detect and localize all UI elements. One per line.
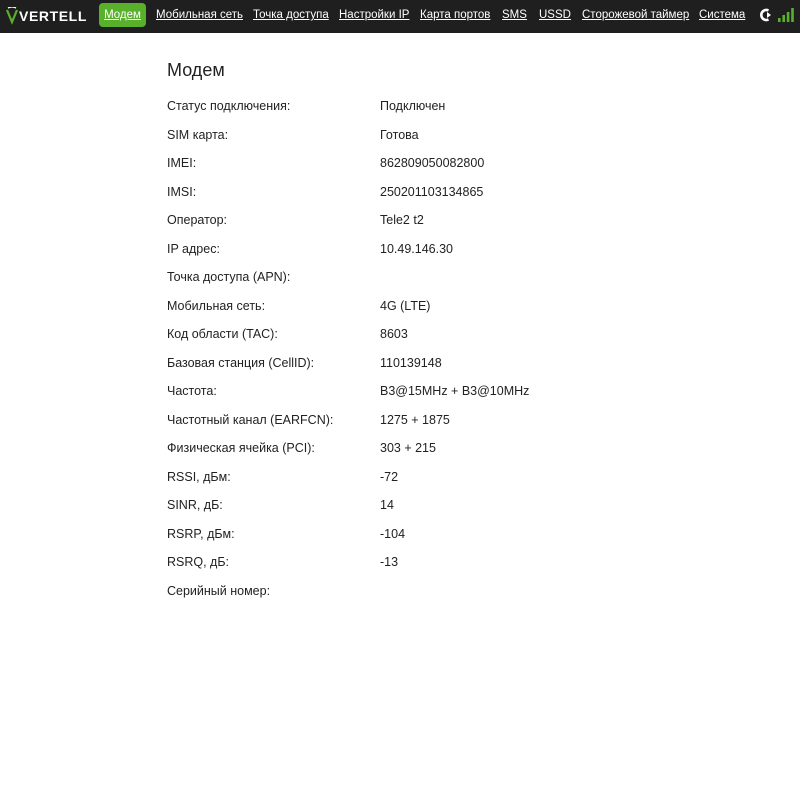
row-value: -72 xyxy=(380,469,399,484)
row-value: 10.49.146.30 xyxy=(380,241,453,256)
row-value: 110139148 xyxy=(380,355,442,370)
network-type-icon xyxy=(760,8,771,22)
info-row-ip-address: IP адрес: 10.49.146.30 xyxy=(167,242,647,262)
row-label: IP адрес: xyxy=(167,241,220,256)
row-value: 14 xyxy=(380,498,394,512)
info-row-mobile-network: Мобильная сеть: 4G (LTE) xyxy=(167,299,647,319)
nav-sms[interactable]: SMS xyxy=(502,3,527,27)
info-row-imei: IMEI: 862809050082800 xyxy=(167,156,647,176)
nav-ip-settings[interactable]: Настройки IP xyxy=(339,3,409,27)
vertell-logo[interactable]: VERTELL xyxy=(6,5,87,27)
row-value: B3@15MHz + B3@10MHz xyxy=(380,384,530,398)
row-label: Физическая ячейка (PCI): xyxy=(167,441,315,455)
info-row-pci: Физическая ячейка (PCI): 303 + 215 xyxy=(167,441,647,461)
nav-watchdog-timer[interactable]: Сторожевой таймер xyxy=(582,3,689,27)
row-label: RSRP, дБм: xyxy=(167,526,235,541)
row-label: RSRQ, дБ: xyxy=(167,555,230,569)
nav-port-map[interactable]: Карта портов xyxy=(420,3,490,27)
info-row-rsrp: RSRP, дБм: -104 xyxy=(167,527,647,547)
info-row-connection-status: Статус подключения: Подключен xyxy=(167,99,647,119)
info-row-apn: Точка доступа (APN): xyxy=(167,270,647,290)
row-value: 1275 + 1875 xyxy=(380,412,450,427)
row-label: Оператор: xyxy=(167,213,228,227)
row-label: Частота: xyxy=(167,384,217,398)
row-value: -13 xyxy=(380,555,399,569)
info-row-frequency: Частота: B3@15MHz + B3@10MHz xyxy=(167,384,647,404)
row-value: 8603 xyxy=(380,327,408,341)
nav-access-point[interactable]: Точка доступа xyxy=(253,3,329,27)
row-label: Код области (TAC): xyxy=(167,327,278,341)
row-label: IMSI: xyxy=(167,184,197,199)
row-label: Частотный канал (EARFCN): xyxy=(167,412,334,427)
info-row-earfcn: Частотный канал (EARFCN): 1275 + 1875 xyxy=(167,413,647,433)
row-label: IMEI: xyxy=(167,156,197,170)
row-value: -104 xyxy=(380,526,406,541)
nav-mobile-network[interactable]: Мобильная сеть xyxy=(156,3,243,27)
nav-system[interactable]: Система xyxy=(699,3,745,27)
logo-text: VERTELL xyxy=(19,8,87,24)
row-value: Tele2 t2 xyxy=(380,213,424,227)
info-row-imsi: IMSI: 250201103134865 xyxy=(167,185,647,205)
row-value: 4G (LTE) xyxy=(380,298,431,313)
row-value: 250201103134865 xyxy=(380,184,484,199)
row-value: Готова xyxy=(380,127,419,142)
nav-ussd[interactable]: USSD xyxy=(539,3,571,27)
row-label: RSSI, дБм: xyxy=(167,469,231,484)
row-label: Серийный номер: xyxy=(167,583,271,598)
row-label: Статус подключения: xyxy=(167,99,291,113)
info-row-serial-number: Серийный номер: xyxy=(167,584,647,604)
signal-strength-icon xyxy=(778,8,794,22)
row-label: SINR, дБ: xyxy=(167,498,223,512)
info-row-operator: Оператор: Tele2 t2 xyxy=(167,213,647,233)
row-value: 862809050082800 xyxy=(380,156,485,170)
info-row-sinr: SINR, дБ: 14 xyxy=(167,498,647,518)
top-navigation-bar: VERTELL Модем Мобильная сеть Точка досту… xyxy=(0,0,800,33)
row-value: Подключен xyxy=(380,99,446,113)
info-row-cell-id: Базовая станция (CellID): 110139148 xyxy=(167,356,647,376)
row-label: Мобильная сеть: xyxy=(167,298,266,313)
info-row-sim-card: SIM карта: Готова xyxy=(167,128,647,148)
status-icons xyxy=(760,7,794,23)
nav-modem[interactable]: Модем xyxy=(99,3,146,27)
info-row-tac: Код области (TAC): 8603 xyxy=(167,327,647,347)
info-row-rsrq: RSRQ, дБ: -13 xyxy=(167,555,647,575)
row-label: Базовая станция (CellID): xyxy=(167,355,315,370)
row-value: 303 + 215 xyxy=(380,441,436,455)
info-row-rssi: RSSI, дБм: -72 xyxy=(167,470,647,490)
page-title: Модем xyxy=(167,60,225,80)
row-label: Точка доступа (APN): xyxy=(167,270,291,284)
row-label: SIM карта: xyxy=(167,127,229,142)
logo-mark-icon xyxy=(6,7,18,25)
